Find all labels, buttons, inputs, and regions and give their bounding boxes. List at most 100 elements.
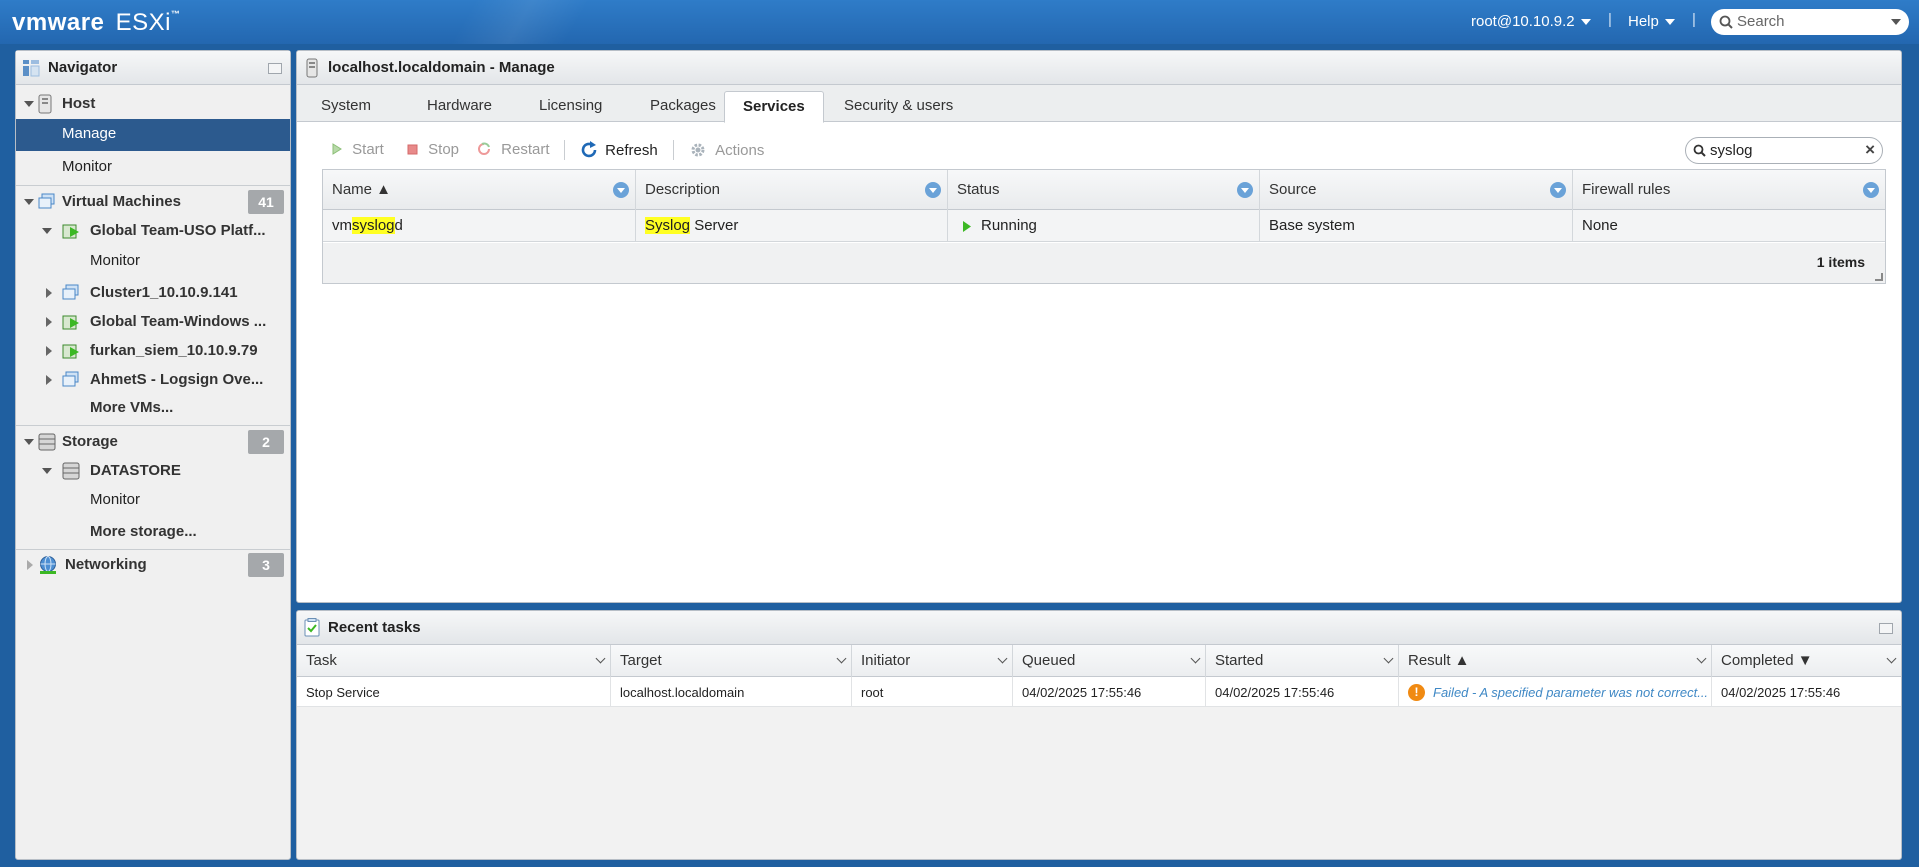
expand-icon[interactable] xyxy=(46,317,52,327)
column-menu-icon[interactable] xyxy=(925,182,941,198)
grid-footer: 1 items xyxy=(323,243,1885,283)
column-status[interactable]: Status xyxy=(948,170,1260,210)
stop-button[interactable]: Stop xyxy=(407,141,459,158)
stop-label: Stop xyxy=(428,141,460,158)
cell-result[interactable]: ! Failed - A specified parameter was not… xyxy=(1399,677,1712,707)
column-label: Started xyxy=(1215,652,1264,669)
minimize-tasks-button[interactable] xyxy=(1879,623,1893,634)
nav-vm-item[interactable]: furkan_siem_10.10.9.79 xyxy=(16,336,290,366)
expand-icon[interactable] xyxy=(24,439,34,445)
column-result[interactable]: Result ▲ xyxy=(1399,645,1712,677)
cell-completed: 04/02/2025 17:55:46 xyxy=(1712,677,1901,707)
virtual-machines-icon xyxy=(38,193,55,209)
global-search-input[interactable]: Search xyxy=(1711,9,1909,35)
nav-more-storage[interactable]: More storage... xyxy=(16,517,290,547)
chevron-down-icon[interactable] xyxy=(1383,653,1394,664)
chevron-down-icon[interactable] xyxy=(1696,653,1707,664)
column-label: Task xyxy=(306,652,337,669)
nav-networking[interactable]: Networking 3 xyxy=(16,550,290,580)
tab-hardware[interactable]: Hardware xyxy=(409,91,510,123)
logo-product: ESXi xyxy=(115,9,171,36)
nav-vm-item[interactable]: Global Team-USO Platf... xyxy=(16,216,290,246)
manage-tabs: System Hardware Licensing Packages Servi… xyxy=(297,85,1901,123)
expand-icon[interactable] xyxy=(42,228,52,234)
clear-filter-icon[interactable]: × xyxy=(1865,140,1875,160)
cell-target: localhost.localdomain xyxy=(611,677,852,707)
tab-packages[interactable]: Packages xyxy=(632,91,734,123)
column-menu-icon[interactable] xyxy=(1863,182,1879,198)
expand-icon[interactable] xyxy=(27,560,33,570)
start-button[interactable]: Start xyxy=(332,141,384,158)
column-name[interactable]: Name ▲ xyxy=(323,170,636,210)
chevron-down-icon[interactable] xyxy=(1886,653,1897,664)
nav-vm-monitor[interactable]: Monitor xyxy=(16,246,290,276)
nav-virtual-machines[interactable]: Virtual Machines 41 xyxy=(16,187,290,217)
nav-host-monitor[interactable]: Monitor xyxy=(16,152,290,182)
networking-count-badge: 3 xyxy=(248,553,284,577)
top-bar: vmware ESXi™ root@10.10.9.2 | Help | Sea… xyxy=(0,0,1919,44)
nav-vm-item[interactable]: Cluster1_10.10.9.141 xyxy=(16,278,290,308)
column-completed[interactable]: Completed ▼ xyxy=(1712,645,1901,677)
column-menu-icon[interactable] xyxy=(613,182,629,198)
expand-icon[interactable] xyxy=(42,468,52,474)
host-icon xyxy=(306,58,318,78)
expand-icon[interactable] xyxy=(46,346,52,356)
nav-datastore-monitor[interactable]: Monitor xyxy=(16,485,290,515)
chevron-down-icon[interactable] xyxy=(1190,653,1201,664)
nav-storage[interactable]: Storage 2 xyxy=(16,427,290,457)
column-source[interactable]: Source xyxy=(1260,170,1573,210)
nav-host[interactable]: Host xyxy=(16,89,290,119)
help-menu[interactable]: Help xyxy=(1628,13,1675,30)
tab-services[interactable]: Services xyxy=(724,91,824,123)
table-row[interactable]: vmsyslogd Syslog Server Running Base sys… xyxy=(323,210,1885,242)
stop-icon xyxy=(407,144,418,155)
nav-host-manage[interactable]: Manage xyxy=(16,119,290,151)
chevron-down-icon[interactable] xyxy=(997,653,1008,664)
column-initiator[interactable]: Initiator xyxy=(852,645,1013,677)
manage-header: localhost.localdomain - Manage xyxy=(297,51,1901,85)
chevron-down-icon[interactable] xyxy=(595,653,606,664)
column-firewall-rules[interactable]: Firewall rules xyxy=(1573,170,1885,210)
collapse-navigator-button[interactable] xyxy=(268,63,282,74)
result-value[interactable]: Failed - A specified parameter was not c… xyxy=(1433,685,1708,700)
column-menu-icon[interactable] xyxy=(1237,182,1253,198)
tab-security-users[interactable]: Security & users xyxy=(826,91,971,123)
column-started[interactable]: Started xyxy=(1206,645,1399,677)
initiator-value: root xyxy=(861,685,884,700)
nav-more-vms[interactable]: More VMs... xyxy=(16,393,290,423)
nav-datastore[interactable]: DATASTORE xyxy=(16,456,290,486)
nav-networking-label: Networking xyxy=(65,556,147,573)
description-suffix: Server xyxy=(690,217,739,234)
expand-icon[interactable] xyxy=(46,288,52,298)
services-filter-input[interactable]: syslog × xyxy=(1685,137,1883,164)
search-dropdown-icon[interactable] xyxy=(1891,19,1901,25)
column-description[interactable]: Description xyxy=(636,170,948,210)
column-queued[interactable]: Queued xyxy=(1013,645,1206,677)
logo-vm: vm xyxy=(12,9,48,36)
vms-count-badge: 41 xyxy=(248,190,284,214)
column-label: Result ▲ xyxy=(1408,652,1470,669)
expand-icon[interactable] xyxy=(46,375,52,385)
nav-vm-item[interactable]: AhmetS - Logsign Ove... xyxy=(16,365,290,395)
column-target[interactable]: Target xyxy=(611,645,852,677)
task-row[interactable]: Stop Service localhost.localdomain root … xyxy=(297,677,1901,707)
chevron-down-icon[interactable] xyxy=(836,653,847,664)
nav-divider xyxy=(16,185,290,186)
resize-handle-icon[interactable] xyxy=(1875,273,1883,281)
tab-system[interactable]: System xyxy=(303,91,389,123)
expand-icon[interactable] xyxy=(24,199,34,205)
column-menu-icon[interactable] xyxy=(1550,182,1566,198)
expand-icon[interactable] xyxy=(24,101,34,107)
restart-button[interactable]: Restart xyxy=(477,141,550,158)
cell-task: Stop Service xyxy=(297,677,611,707)
tab-licensing[interactable]: Licensing xyxy=(521,91,620,123)
column-task[interactable]: Task xyxy=(297,645,611,677)
user-menu[interactable]: root@10.10.9.2 xyxy=(1471,13,1591,30)
refresh-button[interactable]: Refresh xyxy=(580,141,658,159)
search-icon xyxy=(1693,144,1706,157)
cell-firewall-rules: None xyxy=(1573,210,1885,242)
nav-vm-item[interactable]: Global Team-Windows ... xyxy=(16,307,290,337)
column-label: Completed ▼ xyxy=(1721,652,1813,669)
host-icon xyxy=(38,94,52,114)
actions-button[interactable]: Actions xyxy=(689,141,764,159)
